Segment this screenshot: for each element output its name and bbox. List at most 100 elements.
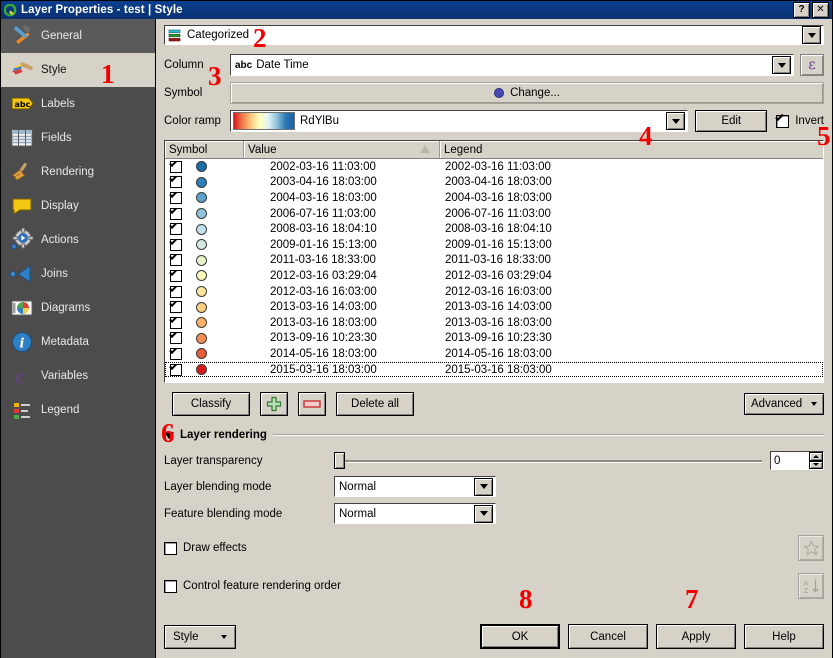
table-row[interactable]: 2013-03-16 18:03:00 2013-03-16 18:03:00 [165, 315, 823, 331]
cell-value[interactable]: 2012-03-16 16:03:00 [244, 286, 440, 298]
sidebar-item-display[interactable]: Display [1, 189, 155, 223]
sidebar-item-metadata[interactable]: i Metadata [1, 325, 155, 359]
cell-legend[interactable]: 2013-03-16 14:03:00 [440, 301, 823, 313]
cell-legend[interactable]: 2013-09-16 10:23:30 [440, 332, 823, 344]
spin-down-button[interactable] [809, 460, 823, 469]
row-checkbox[interactable] [170, 316, 182, 329]
row-checkbox[interactable] [170, 269, 182, 282]
row-symbol-dot[interactable] [196, 301, 207, 313]
cell-value[interactable]: 2013-03-16 14:03:00 [244, 301, 440, 313]
cell-legend[interactable]: 2014-05-16 18:03:00 [440, 348, 823, 360]
row-symbol-dot[interactable] [196, 317, 207, 329]
table-row[interactable]: 2014-05-16 18:03:00 2014-05-16 18:03:00 [165, 346, 823, 362]
table-row[interactable]: 2011-03-16 18:33:00 2011-03-16 18:33:00 [165, 253, 823, 269]
renderer-type-combo[interactable]: Categorized [164, 25, 824, 45]
table-row[interactable]: 2012-03-16 03:29:04 2012-03-16 03:29:04 [165, 268, 823, 284]
row-checkbox[interactable] [170, 191, 182, 204]
sidebar-item-labels[interactable]: abc Labels [1, 87, 155, 121]
advanced-menu-button[interactable]: Advanced [744, 393, 824, 415]
row-checkbox[interactable] [170, 301, 182, 314]
sort-az-icon[interactable]: A Z [798, 573, 824, 599]
table-row[interactable]: 2013-03-16 14:03:00 2013-03-16 14:03:00 [165, 299, 823, 315]
control-feature-order-checkbox[interactable] [164, 579, 177, 593]
cell-value[interactable]: 2008-03-16 18:04:10 [244, 223, 440, 235]
classify-button[interactable]: Classify [172, 392, 250, 416]
sidebar-item-joins[interactable]: Joins [1, 257, 155, 291]
help-titlebar-button[interactable]: ? [793, 2, 810, 18]
expression-builder-button[interactable]: ε [800, 54, 824, 76]
sidebar-item-legend[interactable]: Legend [1, 393, 155, 427]
row-checkbox[interactable] [170, 160, 182, 173]
slider-handle[interactable] [334, 452, 345, 469]
feature-blending-combo[interactable]: Normal [334, 503, 496, 524]
row-checkbox[interactable] [170, 223, 182, 236]
table-row[interactable]: 2008-03-16 18:04:10 2008-03-16 18:04:10 [165, 221, 823, 237]
layer-blending-dropdown-arrow[interactable] [474, 477, 493, 496]
row-checkbox[interactable] [170, 347, 182, 360]
table-row[interactable]: 2003-04-16 18:03:00 2003-04-16 18:03:00 [165, 175, 823, 191]
cell-value[interactable]: 2011-03-16 18:33:00 [244, 254, 440, 266]
star-effects-icon[interactable] [798, 535, 824, 561]
categories-table[interactable]: Symbol Value Legend 2002-03-16 11:03:00 2… [164, 140, 824, 383]
cell-legend[interactable]: 2008-03-16 18:04:10 [440, 223, 823, 235]
sidebar-item-general[interactable]: General [1, 19, 155, 53]
cell-value[interactable]: 2012-03-16 03:29:04 [244, 270, 440, 282]
cell-value[interactable]: 2003-04-16 18:03:00 [244, 176, 440, 188]
color-ramp-combo[interactable]: RdYlBu [230, 110, 689, 132]
row-checkbox[interactable] [170, 254, 182, 267]
add-class-button[interactable] [260, 392, 288, 416]
column-header-value[interactable]: Value [244, 141, 440, 158]
style-menu-button[interactable]: Style [164, 624, 236, 649]
remove-class-button[interactable] [298, 392, 326, 416]
cell-value[interactable]: 2014-05-16 18:03:00 [244, 348, 440, 360]
table-row[interactable]: 2013-09-16 10:23:30 2013-09-16 10:23:30 [165, 331, 823, 347]
cell-legend[interactable]: 2015-03-16 18:03:00 [440, 364, 823, 376]
sidebar-item-fields[interactable]: Fields [1, 121, 155, 155]
draw-effects-checkbox[interactable] [164, 541, 177, 555]
row-symbol-dot[interactable] [196, 239, 207, 251]
table-row[interactable]: 2012-03-16 16:03:00 2012-03-16 16:03:00 [165, 284, 823, 300]
layer-rendering-group-header[interactable]: Layer rendering [164, 429, 824, 441]
table-row[interactable]: 2015-03-16 18:03:00 2015-03-16 18:03:00 [165, 361, 823, 378]
change-symbol-button[interactable]: Change... [230, 82, 824, 104]
cell-legend[interactable]: 2013-03-16 18:03:00 [440, 317, 823, 329]
layer-transparency-spinbox[interactable]: 0 [770, 451, 824, 470]
row-symbol-dot[interactable] [196, 270, 207, 282]
row-symbol-dot[interactable] [196, 254, 207, 266]
sidebar-item-diagrams[interactable]: Diagrams [1, 291, 155, 325]
row-symbol-dot[interactable] [196, 364, 207, 376]
row-symbol-dot[interactable] [196, 208, 207, 220]
cell-value[interactable]: 2009-01-16 15:13:00 [244, 239, 440, 251]
cell-legend[interactable]: 2012-03-16 16:03:00 [440, 286, 823, 298]
row-checkbox[interactable] [170, 238, 182, 251]
row-checkbox[interactable] [170, 207, 182, 220]
cell-legend[interactable]: 2012-03-16 03:29:04 [440, 270, 823, 282]
table-row[interactable]: 2002-03-16 11:03:00 2002-03-16 11:03:00 [165, 159, 823, 175]
row-checkbox[interactable] [170, 285, 182, 298]
row-symbol-dot[interactable] [196, 286, 207, 298]
column-header-symbol[interactable]: Symbol [165, 141, 244, 158]
row-checkbox[interactable] [170, 176, 182, 189]
table-row[interactable]: 2004-03-16 18:03:00 2004-03-16 18:03:00 [165, 190, 823, 206]
cell-legend[interactable]: 2006-07-16 11:03:00 [440, 208, 823, 220]
close-icon[interactable]: ✕ [812, 2, 829, 18]
cancel-button[interactable]: Cancel [568, 624, 648, 649]
spin-up-button[interactable] [809, 452, 823, 461]
cell-legend[interactable]: 2009-01-16 15:13:00 [440, 239, 823, 251]
spinbox-arrows[interactable] [809, 452, 823, 469]
column-header-legend[interactable]: Legend [440, 141, 823, 158]
edit-ramp-button[interactable]: Edit [695, 110, 768, 132]
cell-value[interactable]: 2006-07-16 11:03:00 [244, 208, 440, 220]
renderer-dropdown-arrow[interactable] [802, 26, 821, 44]
apply-button[interactable]: Apply [656, 624, 736, 649]
row-symbol-dot[interactable] [196, 332, 207, 344]
row-symbol-dot[interactable] [196, 192, 207, 204]
column-dropdown-arrow[interactable] [772, 56, 791, 74]
collapse-triangle-icon[interactable] [164, 431, 174, 439]
row-symbol-dot[interactable] [196, 161, 207, 173]
cell-value[interactable]: 2013-03-16 18:03:00 [244, 317, 440, 329]
invert-checkbox[interactable] [776, 114, 790, 128]
cell-legend[interactable]: 2004-03-16 18:03:00 [440, 192, 823, 204]
cell-value[interactable]: 2013-09-16 10:23:30 [244, 332, 440, 344]
row-symbol-dot[interactable] [196, 348, 207, 360]
